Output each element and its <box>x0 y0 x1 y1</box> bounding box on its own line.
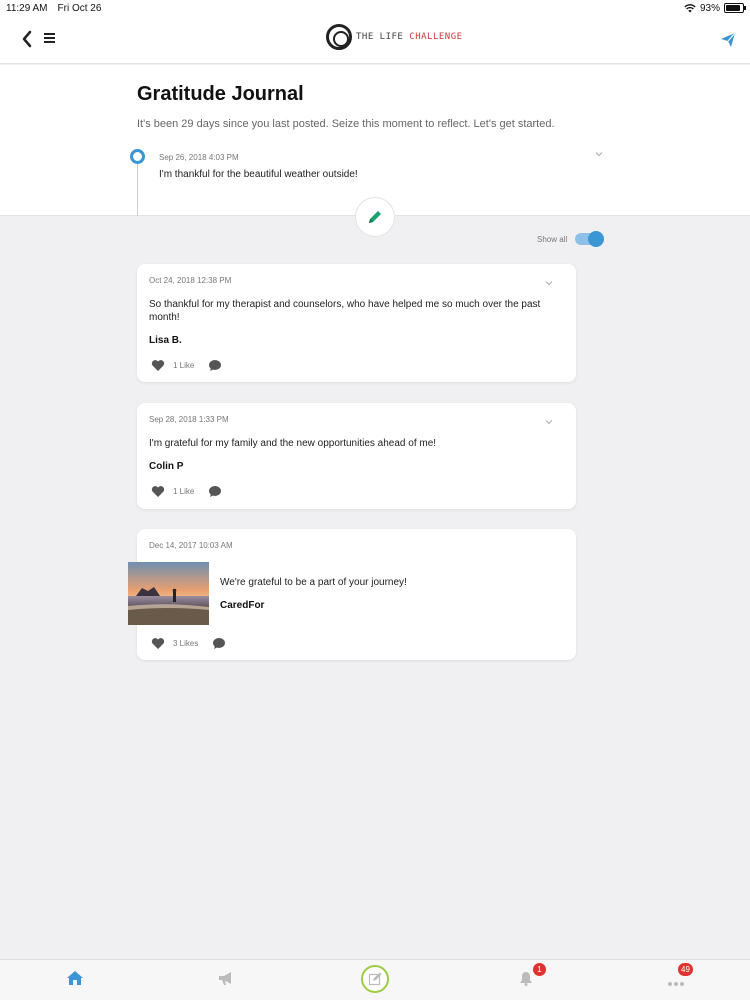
tab-home[interactable] <box>66 970 84 991</box>
post-date: Dec 14, 2017 10:03 AM <box>149 541 233 550</box>
page-title: Gratitude Journal <box>137 83 304 105</box>
status-bar: 11:29 AM Fri Oct 26 93% <box>0 0 750 16</box>
beach-sunset-photo <box>128 562 209 625</box>
post-actions: 1 Like <box>151 359 222 372</box>
comment-icon[interactable] <box>208 359 222 372</box>
like-count: 1 Like <box>173 487 195 496</box>
tab-notifications[interactable]: 1 <box>517 963 546 991</box>
chevron-down-icon[interactable] <box>544 278 554 288</box>
post-author: CaredFor <box>220 600 265 611</box>
comment-icon[interactable] <box>208 485 222 498</box>
logo-text: THE LIFE CHALLENGE <box>356 32 463 42</box>
app-logo: THE LIFE CHALLENGE <box>326 24 463 50</box>
post-actions: 3 Likes <box>151 637 226 650</box>
post-card: Dec 14, 2017 10:03 AM We're grateful to … <box>128 529 576 660</box>
show-all-control: Show all <box>537 231 605 247</box>
post-author: Lisa B. <box>149 335 182 346</box>
journal-header-section: Gratitude Journal It's been 29 days sinc… <box>0 65 750 216</box>
show-all-label: Show all <box>537 234 568 244</box>
timeline-line <box>137 164 138 216</box>
journal-subtitle: It's been 29 days since you last posted.… <box>137 118 555 130</box>
my-entry-text: I'm thankful for the beautiful weather o… <box>159 169 358 180</box>
comment-icon[interactable] <box>212 637 226 650</box>
my-entry-date: Sep 26, 2018 4:03 PM <box>159 153 239 162</box>
like-count: 1 Like <box>173 361 195 370</box>
status-time: 11:29 AM <box>6 2 48 14</box>
tab-announcements[interactable] <box>217 970 235 991</box>
pencil-icon <box>369 211 381 223</box>
logo-mark-icon <box>326 24 352 50</box>
post-actions: 1 Like <box>151 485 222 498</box>
bell-icon <box>520 972 532 986</box>
post-text: I'm grateful for my family and the new o… <box>149 438 437 449</box>
tab-more[interactable]: 49 <box>667 963 693 992</box>
notifications-badge: 1 <box>533 963 546 976</box>
heart-icon[interactable] <box>151 359 165 372</box>
like-count: 3 Likes <box>173 639 199 648</box>
edit-icon <box>368 972 382 986</box>
tab-compose[interactable] <box>361 965 389 993</box>
status-date: Fri Oct 26 <box>57 2 102 14</box>
post-text: We're grateful to be a part of your jour… <box>220 577 407 588</box>
post-date: Sep 28, 2018 1:33 PM <box>149 415 229 424</box>
post-date: Oct 24, 2018 12:38 PM <box>149 276 232 285</box>
app-header: THE LIFE CHALLENGE <box>0 16 750 64</box>
post-photo[interactable] <box>128 562 209 625</box>
battery-percent: 93% <box>699 2 720 14</box>
menu-button[interactable] <box>44 31 58 47</box>
home-icon <box>67 971 83 985</box>
compose-entry-button[interactable] <box>355 197 395 237</box>
chevron-left-icon <box>22 30 32 48</box>
more-dots-icon <box>668 982 684 986</box>
post-author: Colin P <box>149 461 184 472</box>
battery-icon <box>724 3 746 13</box>
heart-icon[interactable] <box>151 485 165 498</box>
send-button[interactable] <box>720 32 736 48</box>
post-card: Oct 24, 2018 12:38 PM So thankful for my… <box>137 264 576 382</box>
timeline-dot <box>130 149 145 164</box>
more-badge: 49 <box>678 963 693 976</box>
heart-icon[interactable] <box>151 637 165 650</box>
post-card: Sep 28, 2018 1:33 PM I'm grateful for my… <box>137 403 576 509</box>
megaphone-icon <box>219 972 231 985</box>
chevron-down-icon[interactable] <box>594 149 604 159</box>
chevron-down-icon[interactable] <box>544 417 554 427</box>
wifi-icon <box>684 3 696 12</box>
paper-plane-icon <box>721 32 736 47</box>
back-button[interactable] <box>18 28 38 50</box>
post-text: So thankful for my therapist and counsel… <box>149 299 541 323</box>
bottom-tab-bar: 1 49 <box>0 959 750 1000</box>
show-all-toggle[interactable] <box>575 231 605 247</box>
